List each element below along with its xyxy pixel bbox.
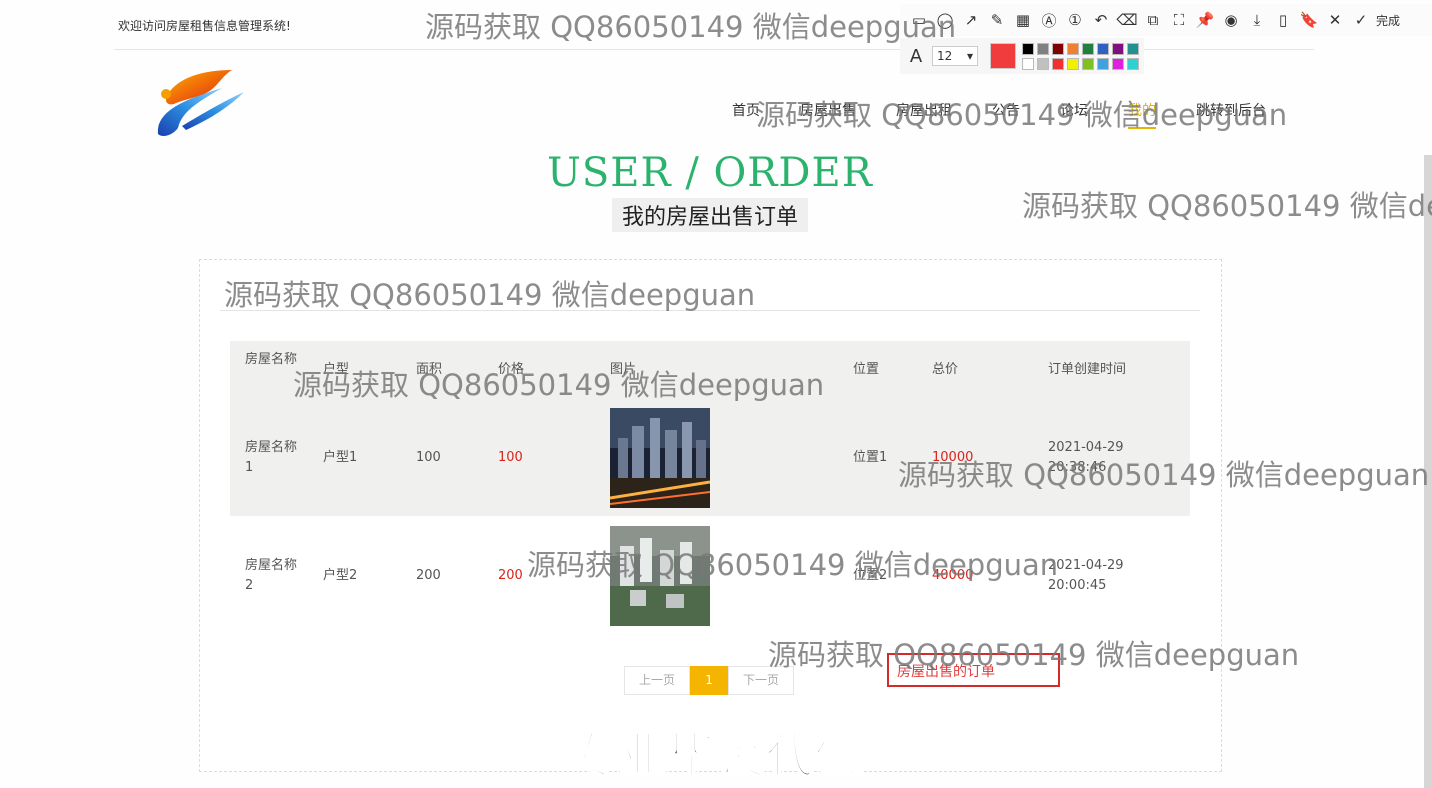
bookmark-icon[interactable]: 🔖 [1296, 11, 1322, 29]
cell-name: 房屋名称1 [245, 440, 298, 475]
watermark: 源码获取 QQ86050149 微信deepguan [425, 10, 957, 44]
check-icon[interactable]: ✓ [1348, 11, 1374, 29]
cell-price: 200 [498, 568, 523, 583]
font-icon: A [909, 45, 923, 67]
eraser-icon[interactable]: ⌫ [1114, 11, 1140, 29]
house-image[interactable] [610, 408, 710, 508]
download-icon[interactable]: ⤓ [1244, 11, 1270, 29]
cell-total: 10000 [932, 450, 974, 465]
cell-type: 户型1 [323, 450, 358, 465]
color-swatch[interactable] [1082, 42, 1094, 55]
col-header-price: 价格 [498, 362, 525, 377]
color-swatch[interactable] [1112, 57, 1124, 70]
col-header-image: 图片 [610, 362, 637, 377]
cell-area: 100 [416, 450, 441, 465]
color-swatch[interactable] [1127, 42, 1139, 55]
cell-created: 2021-04-29 20:38:46 [1048, 440, 1124, 475]
record-icon[interactable]: ◉ [1218, 11, 1244, 29]
page-title: 我的房屋出售订单 [611, 198, 808, 232]
nav-home[interactable]: 首页 [732, 100, 760, 129]
nav-forum[interactable]: 论坛 [1060, 100, 1088, 129]
cell-area: 200 [416, 568, 441, 583]
text-style-panel: A 12 ▾ [900, 38, 1144, 74]
table-row[interactable]: 房屋名称2 户型2 200 200 位置2 40000 2021-04-29 2… [230, 516, 1190, 634]
color-swatch[interactable] [1022, 57, 1034, 70]
order-card: 房屋名称 户型 面积 价格 图片 位置 总价 订单创建时间 房屋名称1 户型1 … [199, 259, 1222, 772]
col-header-name: 房屋名称 [245, 352, 298, 367]
footer-overlay-text: 专业毕设代做 [569, 727, 865, 785]
ocr-icon[interactable]: ⧉ [1140, 11, 1166, 29]
cell-created: 2021-04-29 20:00:45 [1048, 558, 1124, 593]
mosaic-tool-icon[interactable]: ▦ [1010, 11, 1036, 29]
table-row[interactable]: 房屋名称1 户型1 100 100 位置1 10000 2021-04-29 2… [230, 398, 1190, 516]
chevron-down-icon: ▾ [966, 49, 973, 63]
ellipse-tool-icon[interactable]: ◯ [932, 11, 958, 29]
font-size-value: 12 [937, 49, 953, 63]
annotation-textbox[interactable]: 房屋出售的订单 [887, 653, 1060, 687]
color-palette [1022, 42, 1139, 70]
color-swatch[interactable] [1097, 42, 1109, 55]
page-title-en: USER / ORDER [547, 150, 873, 196]
cell-price: 100 [498, 450, 523, 465]
rectangle-tool-icon[interactable]: ▭ [906, 11, 932, 29]
site-logo[interactable] [152, 64, 248, 140]
nav-admin[interactable]: 跳转到后台 [1196, 100, 1266, 129]
color-swatch[interactable] [1022, 42, 1034, 55]
nav-mine[interactable]: 我的 [1128, 100, 1156, 129]
nav-notice[interactable]: 公告 [992, 100, 1020, 129]
welcome-text: 欢迎访问房屋租售信息管理系统! [118, 19, 291, 33]
next-page-button[interactable]: 下一页 [728, 666, 795, 695]
col-header-total: 总价 [932, 362, 959, 377]
house-image[interactable] [610, 526, 710, 626]
color-swatch[interactable] [1037, 42, 1049, 55]
current-color-swatch[interactable] [990, 43, 1016, 69]
col-header-area: 面积 [416, 362, 443, 377]
expand-icon[interactable]: ⛶ [1166, 11, 1192, 29]
number-tool-icon[interactable]: ① [1062, 11, 1088, 29]
cell-location: 位置1 [853, 450, 888, 465]
color-swatch[interactable] [1067, 57, 1079, 70]
screenshot-toolbar: ▭ ◯ ↗ ✎ ▦ Ⓐ ① ↶ ⌫ ⧉ ⛶ 📌 ◉ ⤓ ▯ 🔖 ✕ ✓ 完成 [900, 4, 1432, 36]
cell-total: 40000 [932, 568, 974, 583]
color-swatch[interactable] [1037, 57, 1049, 70]
color-swatch[interactable] [1052, 57, 1064, 70]
cell-location: 位置2 [853, 568, 888, 583]
col-header-created: 订单创建时间 [1048, 362, 1127, 377]
cell-type: 户型2 [323, 568, 358, 583]
nav-house-rent[interactable]: 房屋出租 [896, 100, 952, 129]
card-divider [220, 310, 1200, 311]
cell-name: 房屋名称2 [245, 558, 298, 593]
order-table: 房屋名称 户型 面积 价格 图片 位置 总价 订单创建时间 房屋名称1 户型1 … [230, 341, 1190, 634]
phone-icon[interactable]: ▯ [1270, 11, 1296, 29]
color-swatch[interactable] [1067, 42, 1079, 55]
prev-page-button[interactable]: 上一页 [624, 666, 691, 695]
pen-tool-icon[interactable]: ✎ [984, 11, 1010, 29]
font-size-select[interactable]: 12 ▾ [932, 46, 978, 66]
color-swatch[interactable] [1082, 57, 1094, 70]
pin-icon[interactable]: 📌 [1192, 11, 1218, 29]
col-header-location: 位置 [853, 362, 880, 377]
nav-house-sale[interactable]: 房屋出售 [800, 100, 856, 129]
main-nav: 首页 房屋出售 房屋出租 公告 论坛 我的 跳转到后台 [732, 100, 1306, 129]
table-header: 房屋名称 户型 面积 价格 图片 位置 总价 订单创建时间 [230, 341, 1190, 398]
arrow-tool-icon[interactable]: ↗ [958, 11, 984, 29]
page-scrollbar[interactable] [1424, 155, 1432, 788]
undo-icon[interactable]: ↶ [1088, 11, 1114, 29]
close-icon[interactable]: ✕ [1322, 11, 1348, 29]
current-page[interactable]: 1 [690, 666, 729, 695]
color-swatch[interactable] [1097, 57, 1109, 70]
color-swatch[interactable] [1127, 57, 1139, 70]
col-header-type: 户型 [323, 362, 350, 377]
done-button[interactable]: 完成 [1376, 12, 1400, 29]
color-swatch[interactable] [1052, 42, 1064, 55]
text-tool-icon[interactable]: Ⓐ [1036, 10, 1062, 31]
page: 欢迎访问房屋租售信息管理系统! 首页 房屋出售 房屋出租 公告 论坛 我的 跳转… [0, 0, 1432, 788]
color-swatch[interactable] [1112, 42, 1124, 55]
pagination: 上一页 1 下一页 [624, 666, 795, 695]
